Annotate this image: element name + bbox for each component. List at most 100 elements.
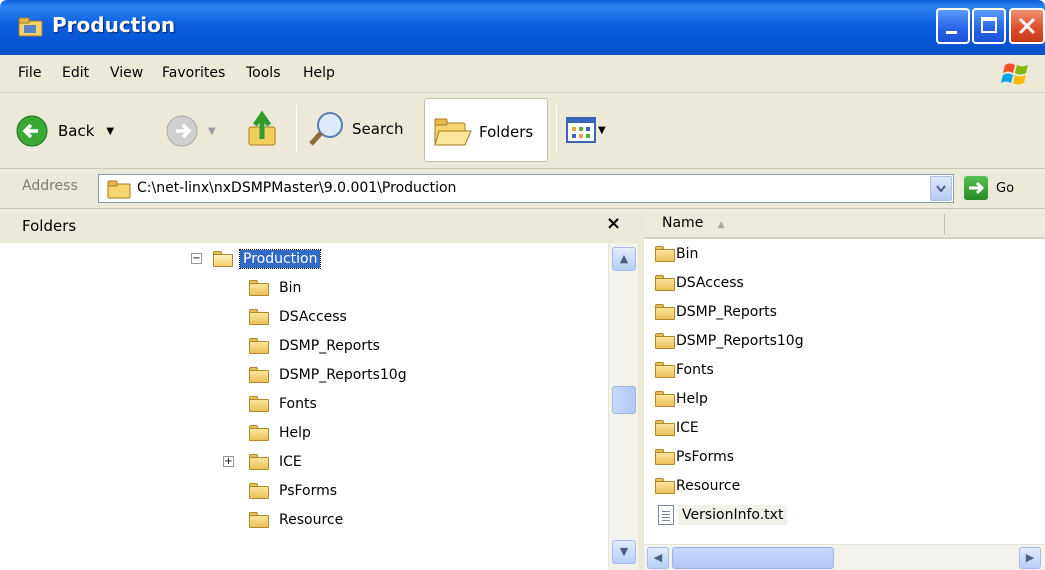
forward-dropdown-icon[interactable]: ▼: [208, 126, 216, 137]
views-button[interactable]: ▼: [566, 117, 606, 143]
forward-button[interactable]: ▼: [166, 115, 216, 147]
scroll-thumb[interactable]: [672, 547, 834, 569]
tree-item-label: DSAccess: [279, 309, 347, 325]
column-name-label: Name: [662, 215, 704, 231]
tree-item-dsmp-reports10g[interactable]: DSMP_Reports10g: [248, 362, 410, 388]
menu-edit[interactable]: Edit: [62, 65, 89, 81]
scroll-right-button[interactable]: ▶: [1019, 547, 1041, 569]
list-item-label: PsForms: [676, 449, 735, 465]
tree-item-production[interactable]: Production: [212, 246, 322, 272]
forward-arrow-icon: [166, 115, 198, 147]
tree-item-label: Bin: [279, 280, 302, 296]
sort-ascending-icon: ▲: [717, 220, 725, 230]
folder-icon: [654, 303, 676, 321]
menu-help[interactable]: Help: [303, 65, 335, 81]
list-item-label: DSMP_Reports: [676, 304, 777, 320]
views-dropdown-icon[interactable]: ▼: [598, 125, 606, 136]
go-button[interactable]: Go: [964, 176, 1014, 200]
tree-item-label: Help: [279, 425, 311, 441]
back-arrow-icon: [16, 115, 48, 147]
list-item-label: VersionInfo.txt: [678, 505, 788, 525]
folder-icon: [654, 390, 676, 408]
maximize-icon: [981, 17, 997, 33]
menu-favorites[interactable]: Favorites: [162, 65, 225, 81]
list-item-label: ICE: [676, 420, 699, 436]
tree-item-label: Fonts: [279, 396, 317, 412]
back-button[interactable]: Back ▼: [16, 115, 114, 147]
tree-item-bin[interactable]: Bin: [248, 275, 304, 301]
menu-bar: File Edit View Favorites Tools Help: [0, 55, 1045, 93]
tree-item-label: Production: [238, 249, 322, 269]
folder-tree-scrollbar[interactable]: ▲ ▼: [608, 243, 638, 570]
scroll-down-button[interactable]: ▼: [612, 540, 636, 564]
text-file-icon: [658, 505, 674, 525]
tree-item-dsmp-reports[interactable]: DSMP_Reports: [248, 333, 383, 359]
files-column-header: Name ▲: [644, 209, 1045, 239]
menu-view[interactable]: View: [110, 65, 143, 81]
folders-icon: [434, 118, 472, 146]
tree-item-help[interactable]: Help: [248, 420, 314, 446]
toolbar: Back ▼ ▼ Search Folders ▼: [0, 93, 1045, 169]
column-name-header[interactable]: Name ▲: [662, 215, 725, 231]
list-item-dsaccess[interactable]: DSAccess: [654, 270, 744, 296]
folder-icon: [248, 366, 270, 384]
scroll-up-button[interactable]: ▲: [612, 247, 636, 271]
address-field[interactable]: C:\net-linx\nxDSMPMaster\9.0.001\Product…: [98, 174, 954, 203]
address-value: C:\net-linx\nxDSMPMaster\9.0.001\Product…: [137, 180, 457, 196]
list-item-dsmp-reports[interactable]: DSMP_Reports: [654, 299, 777, 325]
folder-icon: [18, 17, 43, 37]
close-icon: [1018, 17, 1036, 35]
folder-icon: [107, 180, 131, 199]
scroll-thumb[interactable]: [612, 386, 636, 414]
folder-icon: [248, 279, 270, 297]
list-item-ice[interactable]: ICE: [654, 415, 699, 441]
go-arrow-icon: [964, 176, 988, 200]
search-label: Search: [352, 120, 404, 138]
list-item-label: DSAccess: [676, 275, 744, 291]
folders-label: Folders: [479, 123, 534, 141]
list-item-psforms[interactable]: PsForms: [654, 444, 734, 470]
tree-item-fonts[interactable]: Fonts: [248, 391, 320, 417]
list-item-label: Resource: [676, 478, 741, 494]
tree-item-ice[interactable]: ICE: [248, 449, 305, 475]
folder-icon: [248, 453, 270, 471]
open-folder-icon: [212, 250, 234, 268]
folders-button[interactable]: Folders: [424, 98, 548, 162]
folder-icon: [248, 511, 270, 529]
list-item-versioninfo[interactable]: VersionInfo.txt: [658, 502, 788, 528]
list-item-label: Help: [676, 391, 708, 407]
menu-file[interactable]: File: [18, 65, 41, 81]
back-dropdown-icon[interactable]: ▼: [106, 126, 114, 137]
tree-item-dsaccess[interactable]: DSAccess: [248, 304, 350, 330]
column-divider[interactable]: [944, 214, 945, 234]
back-label: Back: [58, 122, 95, 140]
list-item-label: Fonts: [676, 362, 714, 378]
tree-item-resource[interactable]: Resource: [248, 507, 346, 533]
file-list-scrollbar[interactable]: ◀ ▶: [644, 544, 1045, 570]
tree-item-psforms[interactable]: PsForms: [248, 478, 340, 504]
list-item-help[interactable]: Help: [654, 386, 708, 412]
close-button[interactable]: [1009, 8, 1045, 44]
list-item-fonts[interactable]: Fonts: [654, 357, 714, 383]
minimize-button[interactable]: [936, 8, 970, 44]
address-dropdown-button[interactable]: [930, 176, 952, 201]
expand-toggle[interactable]: +: [223, 456, 234, 467]
search-button[interactable]: Search: [306, 111, 404, 147]
scroll-left-button[interactable]: ◀: [647, 547, 669, 569]
list-item-bin[interactable]: Bin: [654, 241, 698, 267]
tree-item-label: Resource: [279, 512, 344, 528]
folders-pane-close-icon[interactable]: ×: [606, 213, 621, 234]
collapse-toggle[interactable]: −: [191, 253, 202, 264]
list-item-resource[interactable]: Resource: [654, 473, 740, 499]
maximize-button[interactable]: [972, 8, 1006, 44]
list-item-label: Bin: [676, 246, 699, 262]
title-bar[interactable]: Production: [0, 0, 1045, 55]
windows-logo-icon: [1001, 63, 1028, 85]
list-item-dsmp-reports10g[interactable]: DSMP_Reports10g: [654, 328, 804, 354]
views-grid-icon: [566, 117, 596, 143]
folder-tree: − Production Bin DSAccess DSMP_Reports D…: [0, 243, 608, 570]
up-folder-button[interactable]: [245, 109, 281, 149]
folders-pane-title: Folders: [22, 217, 77, 235]
menu-tools[interactable]: Tools: [246, 65, 281, 81]
chevron-down-icon: [936, 185, 946, 193]
